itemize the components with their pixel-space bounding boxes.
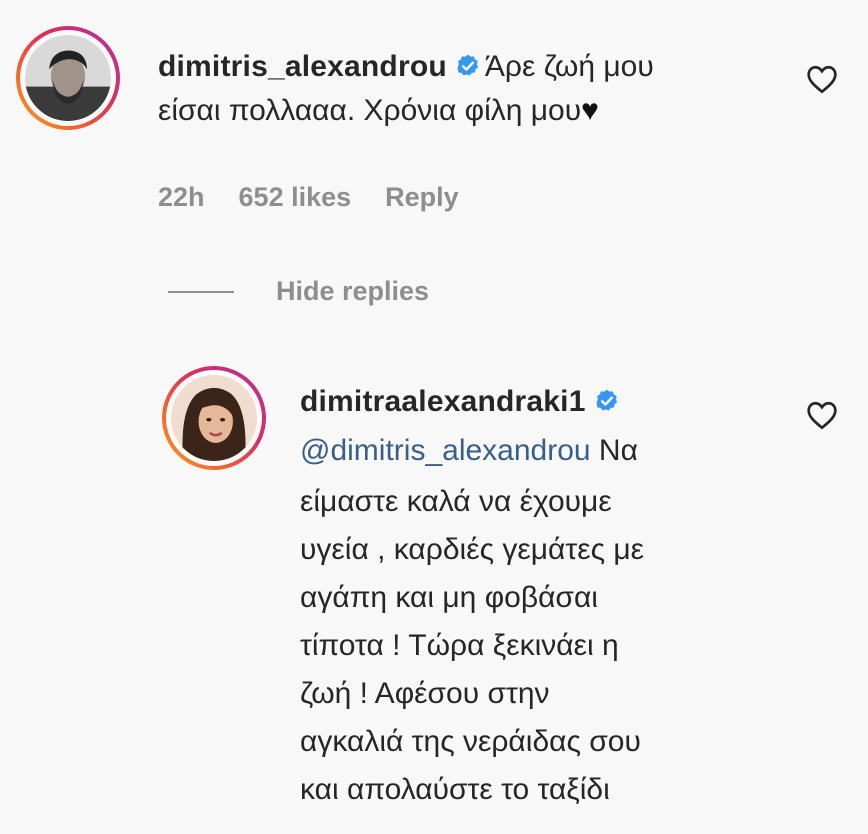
avatar-photo [171,375,257,461]
reply-button[interactable]: Reply [385,182,459,213]
reply-line: υγεία , καρδιές γεμάτες με [300,533,645,566]
comments-thread: dimitris_alexandrou Άρε ζωή μου είσαι πο… [0,0,868,834]
reply-line: αγκαλιά της νεράιδας σου [300,725,641,758]
reply-username[interactable]: dimitraalexandraki1 [300,385,586,418]
comment-timestamp[interactable]: 22h [158,182,205,213]
comment-meta: 22h 652 likes Reply [158,182,459,213]
comment-body: dimitris_alexandrou Άρε ζωή μου είσαι πο… [158,45,798,133]
profile-photo-icon [171,375,257,461]
reply-line: ζωή ! Αφέσου στην [300,677,550,710]
reply-first-line: @dimitris_alexandrou Να [300,434,638,467]
avatar-dimitris[interactable] [16,26,120,130]
heart-outline-icon[interactable] [806,64,838,94]
avatar-dimitra[interactable] [162,366,266,470]
reply-line: αγάπη και μη φοβάσαι [300,581,598,614]
comment-likes-count[interactable]: 652 likes [239,182,352,213]
mention-link[interactable]: @dimitris_alexandrou [300,434,591,467]
avatar-photo [25,35,111,121]
hide-replies-label: Hide replies [276,276,430,306]
reply-text-start: Να [590,434,638,467]
verified-badge-icon [457,54,479,76]
reply-line: τίποτα ! Τώρα ξεκινάει η [300,629,619,662]
reply-line: είμαστε καλά να έχουμε [300,485,612,518]
reply-body: dimitraalexandraki1 @dimitris_alexandrou… [300,380,770,814]
hide-replies-button[interactable]: Hide replies [168,276,429,307]
comment-username[interactable]: dimitris_alexandrou [158,50,447,83]
verified-badge-icon [596,389,617,411]
comment-text-line1: Άρε ζωή μου [484,50,654,83]
heart-outline-icon[interactable] [806,400,838,430]
reply-line: και απολαύστε το ταξίδι [300,773,610,806]
comment-text-line2: είσαι πολλααα. Χρόνια φίλη μου [158,94,582,127]
divider-line [168,290,234,293]
black-heart-icon: ♥ [581,94,599,127]
profile-photo-icon [25,35,111,121]
